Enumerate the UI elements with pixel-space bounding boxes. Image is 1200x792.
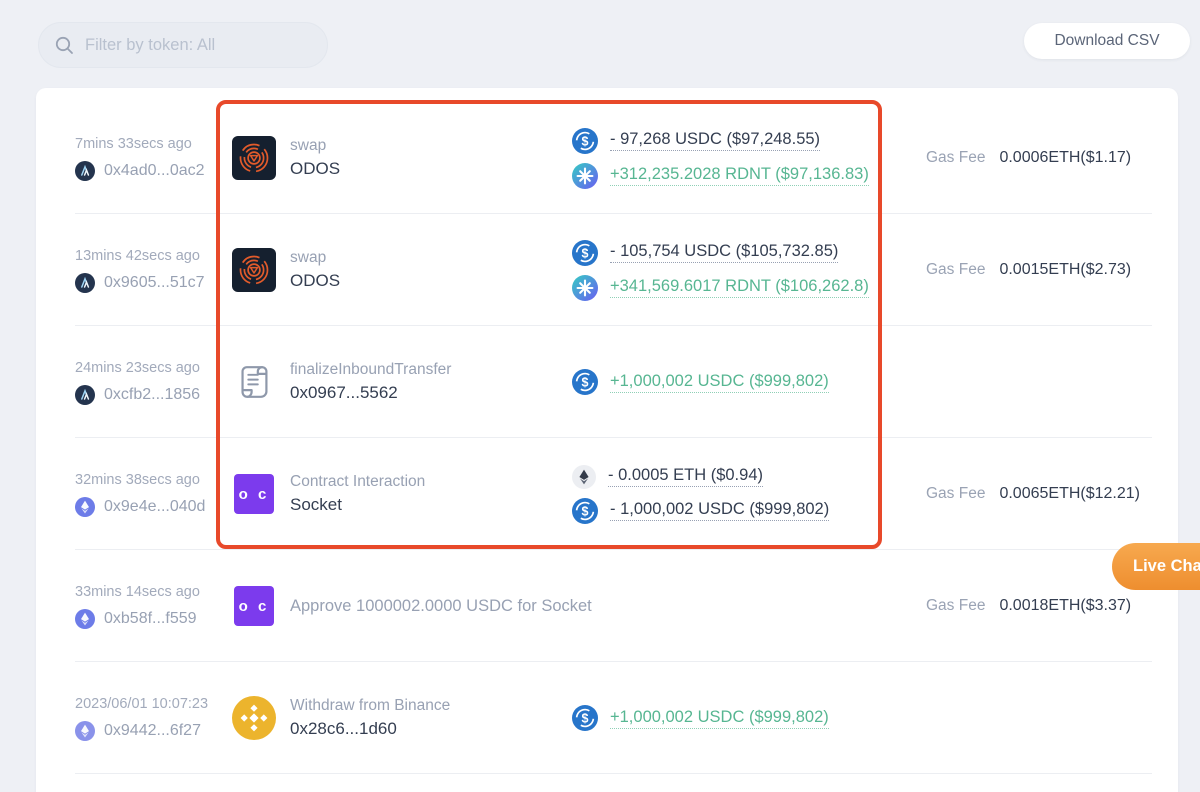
usdc-icon: $ <box>572 239 598 266</box>
table-row: 13mins 42secs ago 0x9605...51c7 swap ODO… <box>36 214 1178 326</box>
transfer-amount[interactable]: +1,000,002 USDC ($999,802) <box>610 372 829 393</box>
socket-oc-icon: o c <box>232 584 276 628</box>
tx-time: 7mins 33secs ago <box>75 135 192 152</box>
ethereum-chain-icon <box>75 608 95 629</box>
transfer-amount[interactable]: - 0.0005 ETH ($0.94) <box>608 466 763 487</box>
rdnt-icon <box>572 274 598 301</box>
rdnt-icon <box>572 162 598 189</box>
tx-hash-link[interactable]: 0x9605...51c7 <box>104 274 205 292</box>
eth-token-icon <box>572 464 596 489</box>
usdc-icon: $ <box>572 369 598 395</box>
svg-text:$: $ <box>582 376 589 390</box>
transfer-amount[interactable]: +312,235.2028 RDNT ($97,136.83) <box>610 165 869 186</box>
action-type: Withdraw from Binance <box>290 697 451 714</box>
gas-fee-value: 0.0065ETH($12.21) <box>999 485 1140 502</box>
transfer-amount[interactable]: - 105,754 USDC ($105,732.85) <box>610 242 839 263</box>
odos-icon <box>232 248 276 292</box>
table-row: 7mins 33secs ago 0x4ad0...0ac2 swap ODOS… <box>36 102 1178 214</box>
transactions-card: 7mins 33secs ago 0x4ad0...0ac2 swap ODOS… <box>36 88 1178 792</box>
gas-fee-label: Gas Fee <box>926 261 986 278</box>
table-row: 32mins 38secs ago 0x9e4e...040d o c Cont… <box>36 438 1178 550</box>
tx-time: 2023/06/01 10:07:23 <box>75 695 209 712</box>
arbitrum-icon <box>75 272 95 293</box>
action-contract: 0x0967...5562 <box>290 383 398 402</box>
binance-icon <box>232 696 276 740</box>
gas-fee-label: Gas Fee <box>926 485 986 502</box>
usdc-icon: $ <box>572 127 598 154</box>
action-type: swap <box>290 137 327 154</box>
tx-hash-link[interactable]: 0xb58f...f559 <box>104 610 197 628</box>
gas-fee-value: 0.0006ETH($1.17) <box>999 149 1132 166</box>
odos-icon <box>232 136 276 180</box>
arbitrum-icon <box>75 160 95 181</box>
scroll-icon <box>232 360 276 404</box>
tx-time: 32mins 38secs ago <box>75 471 200 488</box>
action-type: Contract Interaction <box>290 473 426 490</box>
arbitrum-icon <box>75 384 95 405</box>
search-icon <box>55 36 73 54</box>
svg-text:$: $ <box>582 246 589 260</box>
table-row: 33mins 14secs ago 0xb58f...f559 o c Appr… <box>36 550 1178 662</box>
tx-hash-link[interactable]: 0x9e4e...040d <box>104 498 205 516</box>
socket-oc-icon: o c <box>232 472 276 516</box>
search-input[interactable] <box>85 35 311 55</box>
token-filter-search[interactable] <box>38 22 328 68</box>
tx-time: 13mins 42secs ago <box>75 247 200 264</box>
action-type: swap <box>290 249 327 266</box>
action-description: Approve 1000002.0000 USDC for Socket <box>290 596 592 615</box>
tx-hash-link[interactable]: 0x4ad0...0ac2 <box>104 162 205 180</box>
action-protocol: ODOS <box>290 159 341 178</box>
tx-hash-link[interactable]: 0xcfb2...1856 <box>104 386 200 404</box>
transfer-amount[interactable]: +1,000,002 USDC ($999,802) <box>610 708 829 729</box>
transfer-amount[interactable]: - 1,000,002 USDC ($999,802) <box>610 500 830 521</box>
gas-fee-label: Gas Fee <box>926 149 986 166</box>
action-contract: 0x28c6...1d60 <box>290 719 397 738</box>
svg-text:$: $ <box>582 134 589 148</box>
live-chat-button[interactable]: Live Chat <box>1112 543 1200 590</box>
action-protocol: Socket <box>290 495 342 514</box>
table-row: 24mins 23secs ago 0xcfb2...1856 finalize… <box>36 326 1178 438</box>
tx-time: 24mins 23secs ago <box>75 359 200 376</box>
ethereum-chain-icon <box>75 496 95 517</box>
tx-hash-link[interactable]: 0x9442...6f27 <box>104 722 201 740</box>
tx-time: 33mins 14secs ago <box>75 583 200 600</box>
action-protocol: ODOS <box>290 271 341 290</box>
ethereum-chain-icon <box>75 720 95 741</box>
table-row: 2023/06/01 10:07:23 0x9442...6f27 Withdr… <box>36 662 1178 774</box>
svg-text:$: $ <box>582 504 589 518</box>
gas-fee-label: Gas Fee <box>926 597 986 614</box>
action-type: finalizeInboundTransfer <box>290 361 452 378</box>
transfer-amount[interactable]: - 97,268 USDC ($97,248.55) <box>610 130 821 151</box>
svg-text:$: $ <box>582 712 589 726</box>
gas-fee-value: 0.0015ETH($2.73) <box>999 261 1132 278</box>
usdc-icon: $ <box>572 497 598 524</box>
transfer-amount[interactable]: +341,569.6017 RDNT ($106,262.8) <box>610 277 869 298</box>
gas-fee-value: 0.0018ETH($3.37) <box>999 597 1132 614</box>
usdc-icon: $ <box>572 705 598 731</box>
download-csv-button[interactable]: Download CSV <box>1024 23 1190 59</box>
